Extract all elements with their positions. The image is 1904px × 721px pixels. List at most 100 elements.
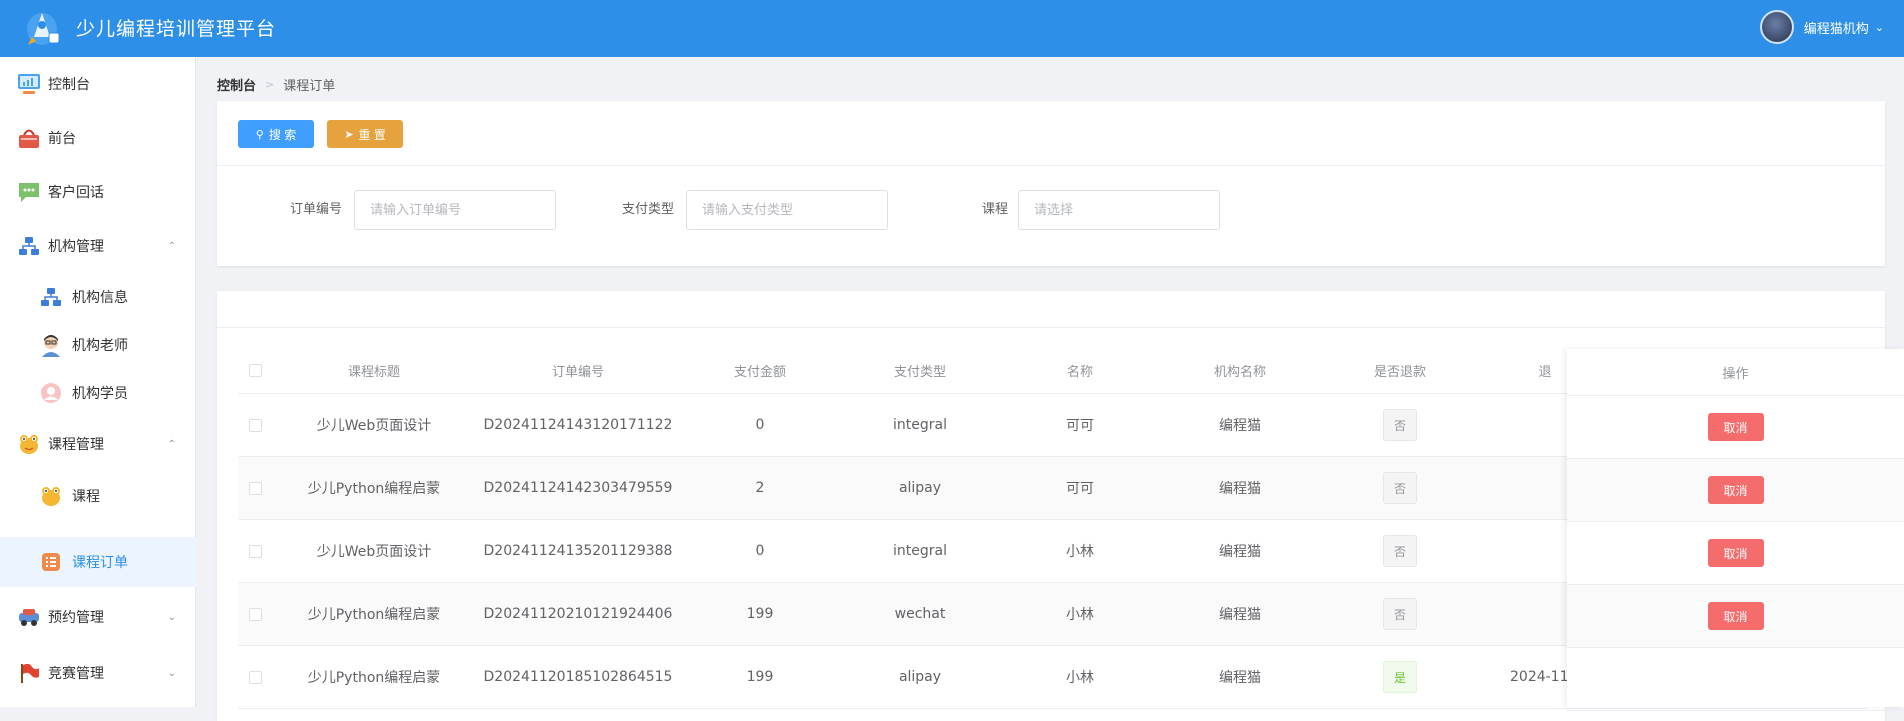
ops-row: 取消 bbox=[1567, 459, 1904, 522]
header-refund[interactable]: 是否退款 bbox=[1320, 347, 1480, 393]
select-all-cell bbox=[238, 347, 272, 393]
cell-refund: 是 bbox=[1320, 646, 1480, 708]
header-name[interactable]: 名称 bbox=[1000, 347, 1160, 393]
row-checkbox[interactable] bbox=[248, 670, 262, 684]
basket-icon bbox=[16, 126, 42, 150]
pay-type-label: 支付类型 bbox=[622, 202, 675, 217]
row-checkbox[interactable] bbox=[248, 418, 262, 432]
ops-row: 取消 bbox=[1567, 396, 1904, 459]
sidebar-item-chat[interactable]: 客户回话 bbox=[0, 165, 196, 219]
sidebar-item-label: 机构管理 bbox=[48, 239, 104, 255]
cell-name: 可可 bbox=[1066, 481, 1094, 497]
cell-pay-type: alipay bbox=[898, 669, 942, 685]
car-icon bbox=[16, 605, 42, 629]
header-amount[interactable]: 支付金额 bbox=[680, 347, 840, 393]
cell-amount: 199 bbox=[746, 606, 774, 622]
cell-amount: 0 bbox=[755, 417, 765, 433]
sidebar-item-org-students[interactable]: 机构学员 bbox=[0, 369, 196, 417]
cancel-button[interactable]: 取消 bbox=[1707, 476, 1764, 504]
send-icon: ➤ bbox=[344, 128, 354, 141]
sidebar-item-competition-management[interactable]: 竞赛管理 ⌄ bbox=[0, 646, 196, 700]
cell-pay-type: integral bbox=[893, 543, 947, 559]
chevron-down-icon: ⌄ bbox=[167, 667, 176, 679]
sidebar-item-label: 预约管理 bbox=[48, 610, 104, 626]
divider bbox=[217, 165, 1885, 166]
sidebar-item-org-teachers[interactable]: 机构老师 bbox=[0, 321, 196, 369]
row-checkbox[interactable] bbox=[248, 607, 262, 621]
sidebar-item-label: 课程管理 bbox=[48, 437, 104, 453]
cell-pay-type: integral bbox=[893, 417, 947, 433]
sidebar-item-course-orders[interactable]: 课程订单 bbox=[0, 537, 196, 587]
header-pay-type[interactable]: 支付类型 bbox=[840, 347, 1000, 393]
chat-bubble-icon bbox=[16, 180, 42, 204]
ops-row: 取消 bbox=[1567, 585, 1904, 648]
logo-icon bbox=[27, 13, 60, 45]
cell-order-no: D20241124135201129388 bbox=[483, 543, 673, 559]
org-chart-icon bbox=[16, 234, 42, 258]
sidebar-item-course-management[interactable]: 课程管理 ⌃ bbox=[0, 417, 196, 471]
teacher-icon bbox=[38, 333, 64, 357]
cell-refund: 否 bbox=[1320, 457, 1480, 519]
cell-amount: 0 bbox=[755, 543, 765, 559]
cell-title: 少儿Web页面设计 bbox=[316, 544, 432, 560]
chevron-right-icon: > bbox=[265, 78, 275, 91]
sidebar-item-booking-management[interactable]: 预约管理 ⌄ bbox=[0, 590, 196, 644]
select-all-checkbox[interactable] bbox=[248, 363, 262, 377]
sidebar-item-org-management[interactable]: 机构管理 ⌃ bbox=[0, 219, 196, 273]
user-menu[interactable]: 编程猫机构 ⌄ bbox=[1759, 10, 1884, 44]
app-title: 少儿编程培训管理平台 bbox=[76, 18, 277, 40]
sidebar-item-label: 控制台 bbox=[48, 77, 90, 93]
header-title[interactable]: 课程标题 bbox=[272, 347, 476, 393]
filter-card: ⚲ 搜 索 ➤ 重 置 订单编号 支付类型 课程 bbox=[217, 101, 1885, 266]
cell-title: 少儿Python编程启蒙 bbox=[307, 481, 441, 497]
cell-name: 小林 bbox=[1066, 607, 1094, 623]
sidebar-item-label: 前台 bbox=[48, 131, 76, 147]
sidebar-item-label: 机构学员 bbox=[72, 386, 128, 402]
order-no-input[interactable] bbox=[354, 190, 556, 230]
row-checkbox[interactable] bbox=[248, 544, 262, 558]
breadcrumb: 控制台 > 课程订单 bbox=[217, 75, 335, 94]
row-select-cell bbox=[238, 520, 272, 582]
divider bbox=[217, 327, 1885, 328]
header-org[interactable]: 机构名称 bbox=[1160, 347, 1320, 393]
cell-name: 可可 bbox=[1066, 418, 1094, 434]
reset-button-label: 重 置 bbox=[358, 127, 386, 142]
pay-type-input[interactable] bbox=[686, 190, 888, 230]
search-button[interactable]: ⚲ 搜 索 bbox=[238, 120, 314, 148]
avatar bbox=[1759, 10, 1794, 44]
refund-tag: 否 bbox=[1383, 598, 1417, 630]
cell-order-no: D20241124142303479559 bbox=[483, 480, 673, 496]
top-header: 少儿编程培训管理平台 编程猫机构 ⌄ bbox=[0, 0, 1904, 57]
header-order-no[interactable]: 订单编号 bbox=[476, 347, 680, 393]
sidebar-item-frontdesk[interactable]: 前台 bbox=[0, 111, 196, 165]
sidebar-item-courses[interactable]: 课程 bbox=[0, 471, 196, 521]
reset-button[interactable]: ➤ 重 置 bbox=[327, 120, 403, 148]
cancel-button[interactable]: 取消 bbox=[1707, 602, 1764, 630]
cancel-button[interactable]: 取消 bbox=[1707, 539, 1764, 567]
breadcrumb-home[interactable]: 控制台 bbox=[217, 75, 256, 94]
refund-tag: 否 bbox=[1383, 472, 1417, 504]
sidebar-item-org-info[interactable]: 机构信息 bbox=[0, 273, 196, 321]
cell-pay-type: alipay bbox=[898, 480, 942, 496]
list-icon bbox=[38, 550, 64, 574]
order-no-label: 订单编号 bbox=[290, 202, 343, 217]
sidebar-item-label: 课程 bbox=[72, 489, 100, 505]
cell-org: 编程猫 bbox=[1219, 607, 1261, 623]
monitor-icon bbox=[16, 72, 42, 96]
course-select[interactable] bbox=[1018, 190, 1220, 230]
breadcrumb-current: 课程订单 bbox=[283, 79, 336, 94]
search-button-label: 搜 索 bbox=[268, 127, 297, 142]
cell-refund: 否 bbox=[1320, 520, 1480, 582]
cell-title: 少儿Web页面设计 bbox=[316, 418, 432, 434]
refund-tag: 否 bbox=[1383, 535, 1417, 567]
row-checkbox[interactable] bbox=[248, 481, 262, 495]
cell-refund: 否 bbox=[1320, 394, 1480, 456]
chevron-down-icon: ⌄ bbox=[167, 611, 176, 623]
sidebar-item-label: 机构老师 bbox=[72, 338, 128, 354]
refund-tag: 否 bbox=[1383, 409, 1417, 441]
cancel-button[interactable]: 取消 bbox=[1707, 413, 1764, 441]
sidebar-item-dashboard[interactable]: 控制台 bbox=[0, 57, 196, 111]
cell-org: 编程猫 bbox=[1219, 670, 1261, 686]
refund-tag: 是 bbox=[1383, 661, 1417, 693]
cell-order-no: D20241120210121924406 bbox=[483, 606, 673, 622]
